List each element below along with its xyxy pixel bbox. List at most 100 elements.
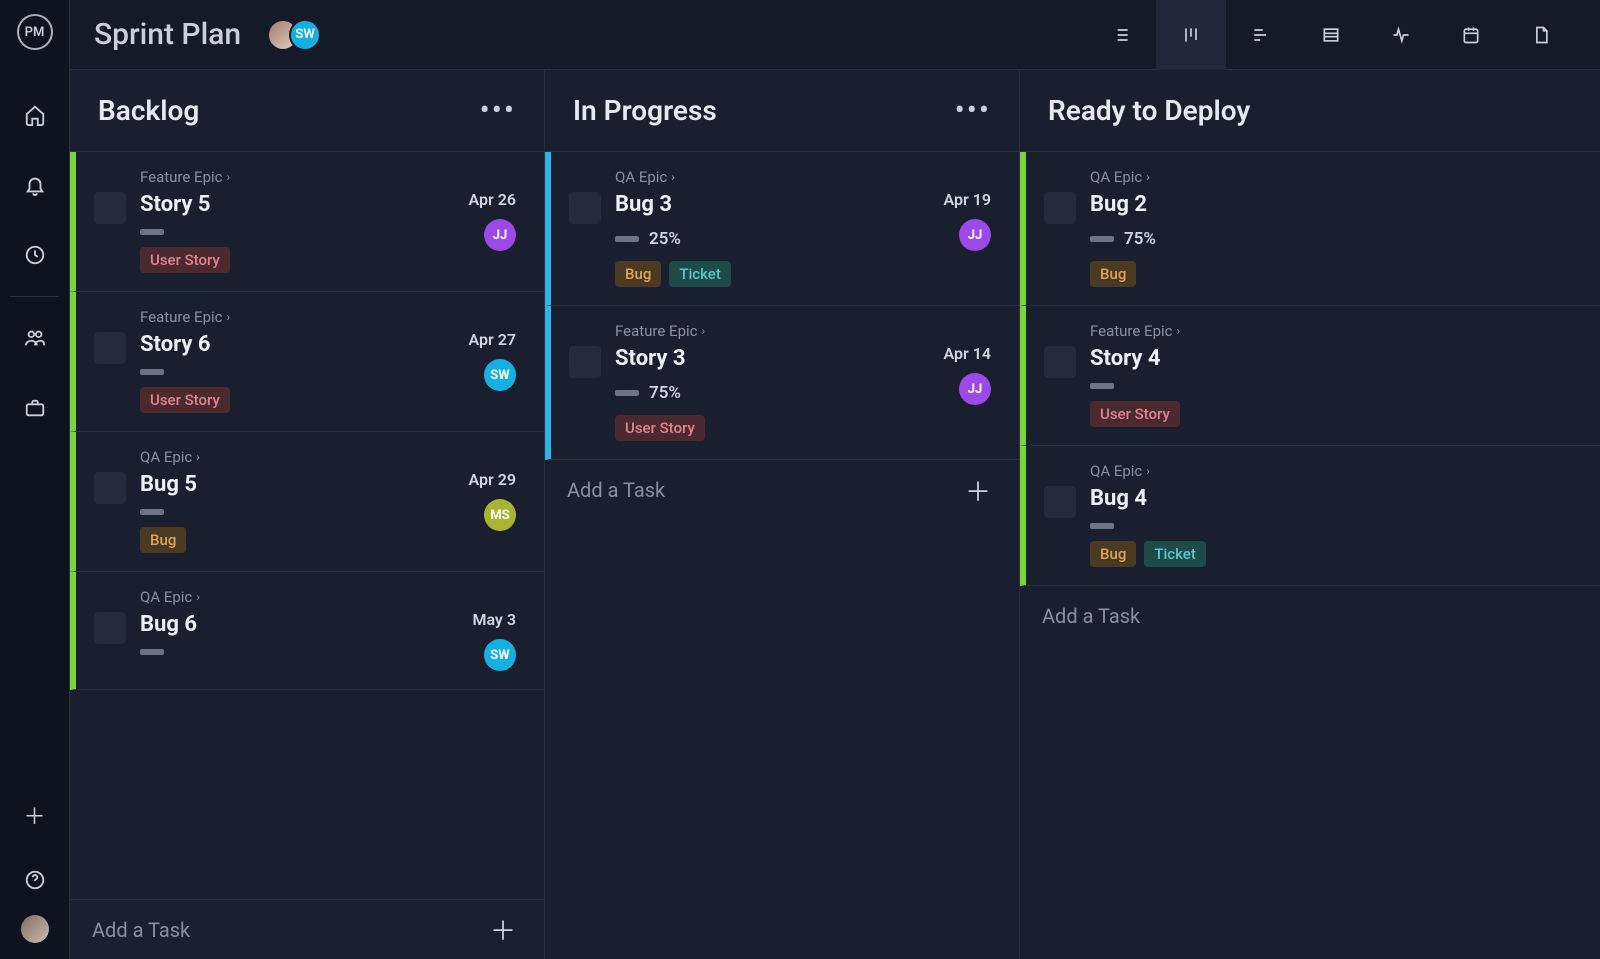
bell-icon[interactable]: [0, 150, 70, 220]
card-epic-link[interactable]: QA Epic›: [140, 448, 422, 466]
card-epic-link[interactable]: QA Epic›: [1090, 462, 1478, 480]
chevron-right-icon: ›: [227, 310, 231, 324]
card-checkbox[interactable]: [1044, 486, 1076, 518]
current-user-avatar[interactable]: [21, 915, 49, 943]
view-tab-list[interactable]: [1086, 0, 1156, 70]
card-checkbox[interactable]: [94, 332, 126, 364]
card-epic-link[interactable]: QA Epic›: [615, 168, 897, 186]
assignee-avatar[interactable]: JJ: [959, 373, 991, 405]
card-date: Apr 19: [944, 190, 992, 209]
add-task-row[interactable]: Add a Task: [1020, 586, 1600, 646]
task-card[interactable]: Feature Epic› Story 6 User Story Apr 27 SW: [70, 292, 544, 432]
view-tab-gantt[interactable]: [1226, 0, 1296, 70]
card-title: Bug 6: [140, 612, 422, 637]
tag[interactable]: User Story: [140, 387, 230, 413]
chevron-right-icon: ›: [196, 590, 200, 604]
tag[interactable]: Ticket: [669, 261, 731, 287]
card-title: Story 3: [615, 346, 897, 371]
people-icon[interactable]: [0, 303, 70, 373]
task-card[interactable]: QA Epic›Bug 275%Bug: [1020, 152, 1600, 306]
progress-indicator: [140, 229, 164, 235]
card-date: Apr 26: [469, 190, 517, 209]
card-percent: 75%: [649, 383, 681, 403]
chevron-right-icon: ›: [1146, 464, 1150, 478]
card-checkbox[interactable]: [94, 612, 126, 644]
tag[interactable]: Bug: [615, 261, 661, 287]
column-title: Ready to Deploy: [1048, 94, 1250, 127]
home-icon[interactable]: [0, 80, 70, 150]
add-task-row[interactable]: Add a Task＋: [70, 899, 544, 959]
tag[interactable]: User Story: [1090, 401, 1180, 427]
plus-icon: ＋: [490, 911, 516, 948]
card-date: Apr 27: [469, 330, 517, 349]
clock-icon[interactable]: [0, 220, 70, 290]
card-date: Apr 29: [469, 470, 517, 489]
card-checkbox[interactable]: [569, 192, 601, 224]
column-menu-icon[interactable]: •••: [955, 96, 991, 126]
progress-indicator: [1090, 236, 1114, 242]
card-epic-link[interactable]: Feature Epic›: [1090, 322, 1478, 340]
assignee-avatar[interactable]: JJ: [959, 219, 991, 251]
card-epic-link[interactable]: Feature Epic›: [140, 168, 422, 186]
task-card[interactable]: QA Epic›Bug 5BugApr 29MS: [70, 432, 544, 572]
card-epic-link[interactable]: QA Epic›: [1090, 168, 1478, 186]
tag[interactable]: User Story: [140, 247, 230, 273]
member-avatar[interactable]: SW: [289, 19, 321, 51]
view-tab-board[interactable]: [1156, 0, 1226, 70]
card-checkbox[interactable]: [1044, 346, 1076, 378]
card-title: Story 4: [1090, 346, 1478, 371]
task-card[interactable]: QA Epic› Bug 4 Bug Ticket: [1020, 446, 1600, 586]
view-tab-pulse[interactable]: [1366, 0, 1436, 70]
card-title: Bug 4: [1090, 486, 1478, 511]
view-tab-table[interactable]: [1296, 0, 1366, 70]
tag[interactable]: Ticket: [1144, 541, 1206, 567]
column-menu-icon[interactable]: •••: [480, 96, 516, 126]
card-checkbox[interactable]: [1044, 192, 1076, 224]
card-date: May 3: [472, 610, 516, 629]
card-checkbox[interactable]: [94, 192, 126, 224]
app-logo[interactable]: PM: [17, 14, 53, 50]
tag[interactable]: User Story: [615, 415, 705, 441]
progress-indicator: [1090, 383, 1114, 389]
task-card[interactable]: Feature Epic› Story 4 User Story: [1020, 306, 1600, 446]
task-card[interactable]: Feature Epic› Story 5 User Story Apr 26 JJ: [70, 152, 544, 292]
assignee-avatar[interactable]: JJ: [484, 219, 516, 251]
add-icon[interactable]: ＋: [0, 785, 70, 845]
members-stack[interactable]: SW: [267, 19, 321, 51]
view-tab-doc[interactable]: [1506, 0, 1576, 70]
project-title: Sprint Plan: [94, 17, 241, 52]
progress-indicator: [140, 369, 164, 375]
chevron-right-icon: ›: [702, 324, 706, 338]
progress-indicator: [140, 509, 164, 515]
column-body: QA Epic› Bug 3 25% Bug Ticket Apr 19 JJ Feature…: [545, 152, 1019, 959]
column-body: Feature Epic›Story 5User StoryApr 26JJFe…: [70, 152, 544, 899]
task-card[interactable]: QA Epic› Bug 3 25% Bug Ticket Apr 19 JJ: [545, 152, 1019, 306]
card-title: Story 5: [140, 192, 422, 217]
add-task-row[interactable]: Add a Task＋: [545, 460, 1019, 520]
card-epic-link[interactable]: Feature Epic›: [140, 308, 422, 326]
card-checkbox[interactable]: [569, 346, 601, 378]
kanban-board: Backlog•••Feature Epic›Story 5User Story…: [70, 70, 1600, 959]
briefcase-icon[interactable]: [0, 373, 70, 443]
column-ready: Ready to DeployQA Epic›Bug 275%BugFeatur…: [1020, 70, 1600, 959]
task-card[interactable]: QA Epic› Bug 6 May 3 SW: [70, 572, 544, 690]
card-checkbox[interactable]: [94, 472, 126, 504]
plus-icon: ＋: [965, 472, 991, 509]
card-title: Story 6: [140, 332, 422, 357]
tag[interactable]: Bug: [140, 527, 186, 553]
divider: [10, 296, 58, 297]
help-icon[interactable]: [0, 845, 70, 915]
card-percent: 25%: [649, 229, 681, 249]
card-epic-link[interactable]: Feature Epic›: [615, 322, 897, 340]
assignee-avatar[interactable]: MS: [484, 499, 516, 531]
card-epic-link[interactable]: QA Epic›: [140, 588, 422, 606]
task-card[interactable]: Feature Epic›Story 375%User StoryApr 14J…: [545, 306, 1019, 460]
assignee-avatar[interactable]: SW: [484, 639, 516, 671]
view-tab-calendar[interactable]: [1436, 0, 1506, 70]
card-title: Bug 3: [615, 192, 897, 217]
progress-indicator: [1090, 523, 1114, 529]
tag[interactable]: Bug: [1090, 261, 1136, 287]
tag[interactable]: Bug: [1090, 541, 1136, 567]
assignee-avatar[interactable]: SW: [484, 359, 516, 391]
column-title: In Progress: [573, 94, 717, 127]
